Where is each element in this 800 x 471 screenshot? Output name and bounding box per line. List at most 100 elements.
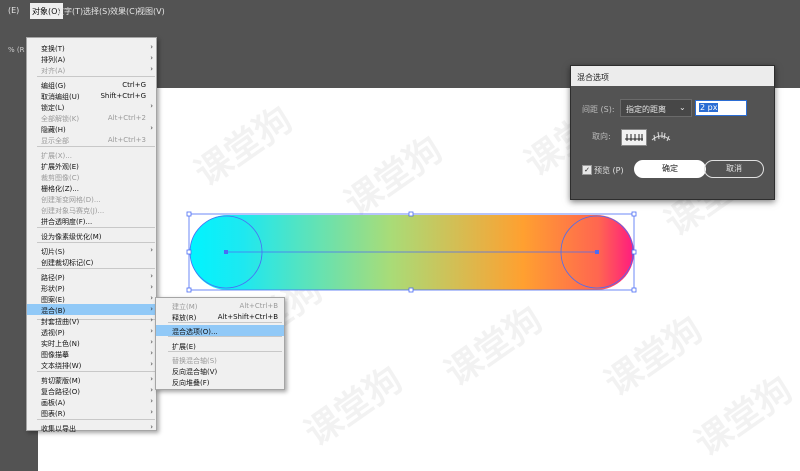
submenu-item[interactable]: 反向混合轴(V) <box>156 365 284 376</box>
menu-item-shortcut: Alt+Ctrl+2 <box>107 114 146 122</box>
orientation-align-path-button[interactable] <box>649 129 673 144</box>
handle-bottom-mid[interactable] <box>408 287 414 293</box>
blend-submenu: 建立(M) Alt+Ctrl+B 释放(R) Alt+Shift+Ctrl+B 混合选项… <box>155 297 285 390</box>
menu-item[interactable]: 画板(A) › <box>27 396 156 407</box>
handle-top-right[interactable] <box>631 211 637 217</box>
menu-item[interactable]: 混合(B) › <box>27 304 156 315</box>
preview-label: 预览 (P) <box>594 166 624 175</box>
menu-item-label: 设为像素级优化(M) <box>41 233 102 241</box>
submenu-item: 建立(M) Alt+Ctrl+B <box>156 300 284 311</box>
chevron-right-icon: › <box>150 423 153 431</box>
chevron-right-icon: › <box>150 246 153 254</box>
blend-pill-shape[interactable] <box>190 215 634 290</box>
menu-item: 创建渐变网格(D)... <box>27 193 156 204</box>
chevron-right-icon: › <box>150 65 153 73</box>
submenu-item[interactable]: 扩展(E) <box>156 340 284 351</box>
menu-separator <box>37 419 155 420</box>
handle-bottom-left[interactable] <box>186 287 192 293</box>
chevron-right-icon: › <box>150 386 153 394</box>
menu-item-label: 文本绕排(W) <box>41 362 82 370</box>
menu-item: 扩展(X)... <box>27 149 156 160</box>
menu-item[interactable]: 图像描摹 › <box>27 348 156 359</box>
spacing-label: 间距 (S): <box>582 105 615 114</box>
menu-item[interactable]: 排列(A) › <box>27 53 156 64</box>
align-to-page-icon <box>625 134 643 141</box>
menu-item[interactable]: 隐藏(H) › <box>27 123 156 134</box>
blend-spine-end-anchor[interactable] <box>595 250 599 254</box>
menu-item[interactable]: 透视(P) › <box>27 326 156 337</box>
preview-checkbox[interactable]: ✓ <box>582 165 592 175</box>
menu-item[interactable]: 复合路径(O) › <box>27 385 156 396</box>
blend-options-dialog: 混合选项 间距 (S): 指定的距离 ⌄ 2 px 取向: ✓ 预览 (P) 确… <box>570 65 775 200</box>
menu-item[interactable]: 文本绕排(W) › <box>27 359 156 370</box>
menu-separator <box>37 227 155 228</box>
blend-spine-start-anchor[interactable] <box>224 250 228 254</box>
menu-item[interactable]: 创建裁切标记(C) <box>27 256 156 267</box>
dialog-title: 混合选项 <box>577 73 609 82</box>
object-menu: 变换(T) › 排列(A) › 对齐(A) › 编组(G) Ctrl+G 取消编组(U) Shif… <box>26 37 157 433</box>
menu-separator <box>37 76 155 77</box>
handle-mid-right[interactable] <box>631 249 637 255</box>
spacing-value-input[interactable]: 2 px <box>695 100 747 116</box>
menu-item[interactable]: 变换(T) › <box>27 42 156 53</box>
submenu-item[interactable]: 混合选项(O)... <box>156 325 284 336</box>
menu-item[interactable]: 拼合透明度(F)... <box>27 215 156 226</box>
menu-separator <box>37 371 155 372</box>
menu-item-label: 对齐(A) <box>41 67 66 75</box>
menu-item[interactable]: 收集以导出 › <box>27 422 156 433</box>
chevron-right-icon: › <box>150 316 153 324</box>
chevron-right-icon: › <box>150 272 153 280</box>
chevron-right-icon: › <box>150 102 153 110</box>
menu-item[interactable]: 路径(P) › <box>27 271 156 282</box>
submenu-item[interactable]: 反向堆叠(F) <box>156 376 284 387</box>
chevron-right-icon: › <box>150 375 153 383</box>
menu-item[interactable]: 栅格化(Z)... <box>27 182 156 193</box>
menu-item[interactable]: 图表(R) › <box>27 407 156 418</box>
align-to-path-icon <box>651 131 671 142</box>
menu-item[interactable]: 锁定(L) › <box>27 101 156 112</box>
handle-bottom-right[interactable] <box>631 287 637 293</box>
submenu-item-shortcut: Alt+Ctrl+B <box>239 302 278 310</box>
handle-mid-left[interactable] <box>186 249 192 255</box>
cancel-button[interactable]: 取消 <box>704 160 764 178</box>
chevron-right-icon: › <box>150 408 153 416</box>
menu-item[interactable]: 封套扭曲(V) › <box>27 315 156 326</box>
menu-item[interactable]: 图案(E) › <box>27 293 156 304</box>
handle-top-left[interactable] <box>186 211 192 217</box>
submenu-item-label: 混合选项(O)... <box>172 328 218 336</box>
menu-item[interactable]: 扩展外观(E) <box>27 160 156 171</box>
submenu-item: 替换混合轴(S) <box>156 354 284 365</box>
menu-item[interactable]: 编组(G) Ctrl+G <box>27 79 156 90</box>
orientation-align-page-button[interactable] <box>621 129 647 146</box>
menu-item-label: 拼合透明度(F)... <box>41 218 93 226</box>
menu-item[interactable]: 切片(S) › <box>27 245 156 256</box>
chevron-right-icon: › <box>150 294 153 302</box>
orientation-label: 取向: <box>592 132 611 141</box>
menu-item-shortcut: Ctrl+G <box>122 81 146 89</box>
menu-item-label: 显示全部 <box>41 137 69 145</box>
chevron-right-icon: › <box>150 54 153 62</box>
chevron-right-icon: › <box>150 349 153 357</box>
submenu-item-label: 释放(R) <box>172 314 197 322</box>
menu-item: 创建对象马赛克(J)... <box>27 204 156 215</box>
menu-item[interactable]: 剪切蒙版(M) › <box>27 374 156 385</box>
chevron-right-icon: › <box>150 360 153 368</box>
handle-top-mid[interactable] <box>408 211 414 217</box>
menu-item: 裁剪图像(C) <box>27 171 156 182</box>
submenu-item-shortcut: Alt+Shift+Ctrl+B <box>217 313 278 321</box>
menu-item[interactable]: 取消编组(U) Shift+Ctrl+G <box>27 90 156 101</box>
spacing-mode-value: 指定的距离 <box>626 105 666 114</box>
menu-item: 显示全部 Alt+Ctrl+3 <box>27 134 156 145</box>
menu-item-shortcut: Alt+Ctrl+3 <box>107 136 146 144</box>
menu-item[interactable]: 实时上色(N) › <box>27 337 156 348</box>
ok-button[interactable]: 确定 <box>634 160 706 178</box>
dialog-titlebar[interactable]: 混合选项 <box>571 66 774 86</box>
menu-item[interactable]: 设为像素级优化(M) <box>27 230 156 241</box>
submenu-item-label: 扩展(E) <box>172 343 196 351</box>
menu-item[interactable]: 形状(P) › <box>27 282 156 293</box>
spacing-mode-select[interactable]: 指定的距离 ⌄ <box>620 99 692 117</box>
chevron-right-icon: › <box>150 283 153 291</box>
submenu-item[interactable]: 释放(R) Alt+Shift+Ctrl+B <box>156 311 284 322</box>
menu-item-shortcut: Shift+Ctrl+G <box>100 92 146 100</box>
menu-separator <box>37 146 155 147</box>
